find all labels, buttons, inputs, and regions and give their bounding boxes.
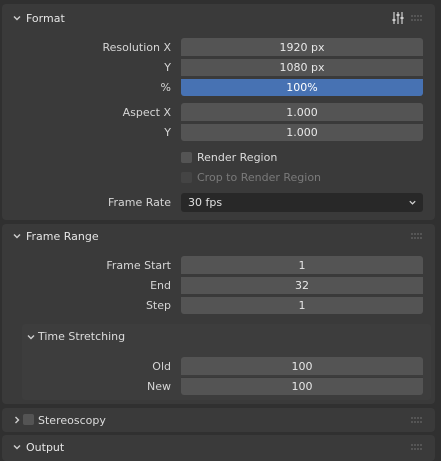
aspect-y-label: Y	[164, 126, 171, 139]
stereoscopy-panel: Stereoscopy	[2, 408, 435, 432]
time-old-field[interactable]: 100	[181, 357, 423, 375]
aspect-x-label: Aspect X	[122, 106, 171, 119]
stereoscopy-checkbox[interactable]	[23, 414, 34, 425]
render-region-box[interactable]	[181, 152, 192, 163]
stereoscopy-panel-header[interactable]: Stereoscopy	[2, 408, 435, 432]
crop-to-render-region-box	[181, 172, 192, 183]
chevron-right-icon	[15, 416, 20, 424]
frame-start-label: Frame Start	[106, 259, 171, 272]
output-panel: Output	[2, 435, 435, 461]
frame-end-field[interactable]: 32	[181, 276, 423, 294]
time-new-field[interactable]: 100	[181, 377, 423, 395]
stereoscopy-panel-title: Stereoscopy	[38, 413, 106, 427]
drag-grip-icon[interactable]	[411, 444, 423, 452]
frame-rate-label: Frame Rate	[108, 196, 171, 209]
aspect-x-field[interactable]: 1.000	[181, 103, 423, 121]
frame-range-panel-header[interactable]: Frame Range	[2, 224, 435, 248]
chevron-down-icon	[409, 200, 416, 205]
frame-step-field[interactable]: 1	[181, 296, 423, 314]
chevron-down-icon	[13, 16, 21, 21]
drag-grip-icon[interactable]	[411, 233, 423, 241]
aspect-y-field[interactable]: 1.000	[181, 123, 423, 141]
crop-to-render-region-label: Crop to Render Region	[197, 171, 322, 184]
chevron-down-icon	[13, 234, 21, 239]
render-region-label: Render Region	[197, 151, 278, 164]
resolution-percent-slider[interactable]: 100%	[181, 78, 423, 96]
crop-to-render-region-checkbox: Crop to Render Region	[181, 171, 321, 184]
chevron-down-icon	[13, 445, 21, 450]
resolution-x-label: Resolution X	[102, 41, 171, 54]
resolution-percent-label: %	[160, 81, 171, 94]
frame-step-label: Step	[145, 299, 171, 312]
time-old-label: Old	[152, 360, 171, 373]
preset-sliders-icon[interactable]	[391, 11, 405, 25]
frame-rate-value: 30 fps	[188, 196, 223, 209]
render-region-checkbox[interactable]: Render Region	[181, 151, 277, 164]
time-stretching-title: Time Stretching	[38, 330, 126, 343]
resolution-y-label: Y	[164, 61, 171, 74]
chevron-down-icon	[27, 335, 35, 340]
frame-end-label: End	[150, 279, 171, 292]
time-new-label: New	[147, 380, 171, 393]
format-panel-header[interactable]: Format	[2, 6, 435, 30]
resolution-y-field[interactable]: 1080 px	[181, 58, 423, 76]
format-panel-title: Format	[26, 11, 65, 25]
frame-rate-dropdown[interactable]: 30 fps	[181, 193, 423, 212]
time-stretching-header[interactable]: Time Stretching	[22, 326, 431, 348]
frame-range-panel-title: Frame Range	[26, 229, 99, 243]
frame-start-field[interactable]: 1	[181, 256, 423, 274]
output-panel-header[interactable]: Output	[2, 435, 435, 459]
drag-grip-icon[interactable]	[411, 15, 423, 23]
output-panel-title: Output	[26, 440, 65, 454]
resolution-x-field[interactable]: 1920 px	[181, 38, 423, 56]
drag-grip-icon[interactable]	[411, 417, 423, 425]
